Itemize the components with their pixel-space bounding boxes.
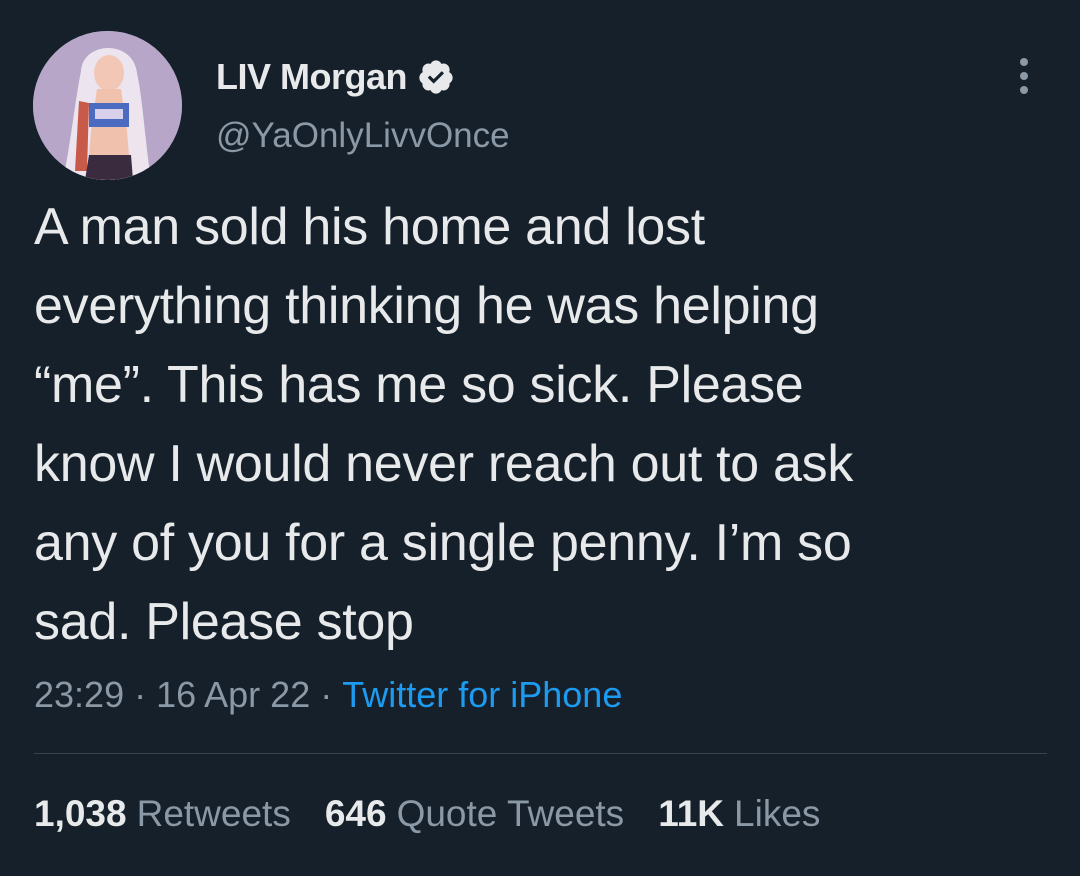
author-handle[interactable]: @YaOnlyLivvOnce (216, 116, 510, 156)
tweet-source-link[interactable]: Twitter for iPhone (342, 674, 622, 715)
tweet-meta: 23:29 · 16 Apr 22 · Twitter for iPhone (34, 674, 622, 716)
quote-tweets-count: 646 (324, 793, 387, 834)
avatar-image (33, 31, 182, 180)
tweet-date[interactable]: 16 Apr 22 (156, 674, 310, 715)
quote-tweets-stat[interactable]: 646 Quote Tweets (325, 793, 624, 835)
meta-separator: · (320, 674, 333, 715)
author-name-row[interactable]: LIV Morgan (216, 56, 455, 98)
retweets-stat[interactable]: 1,038 Retweets (34, 793, 291, 835)
retweets-label: Retweets (136, 793, 291, 834)
meta-separator: · (134, 674, 147, 715)
tweet-detail: LIV Morgan @YaOnlyLivvOnce A man sold hi… (0, 0, 1080, 876)
quote-tweets-label: Quote Tweets (396, 793, 625, 834)
tweet-stats: 1,038 Retweets 646 Quote Tweets 11K Likes (34, 793, 854, 835)
more-options-icon[interactable] (1006, 56, 1042, 96)
tweet-text: A man sold his home and lost everything … (34, 198, 854, 651)
likes-stat[interactable]: 11K Likes (658, 793, 820, 835)
tweet-time[interactable]: 23:29 (34, 674, 124, 715)
author-display-name: LIV Morgan (216, 56, 408, 97)
likes-count: 11K (658, 793, 725, 834)
divider (34, 753, 1047, 754)
likes-label: Likes (734, 793, 821, 834)
verified-badge-icon (417, 58, 455, 96)
author-avatar[interactable] (33, 31, 182, 180)
retweets-count: 1,038 (34, 793, 127, 834)
